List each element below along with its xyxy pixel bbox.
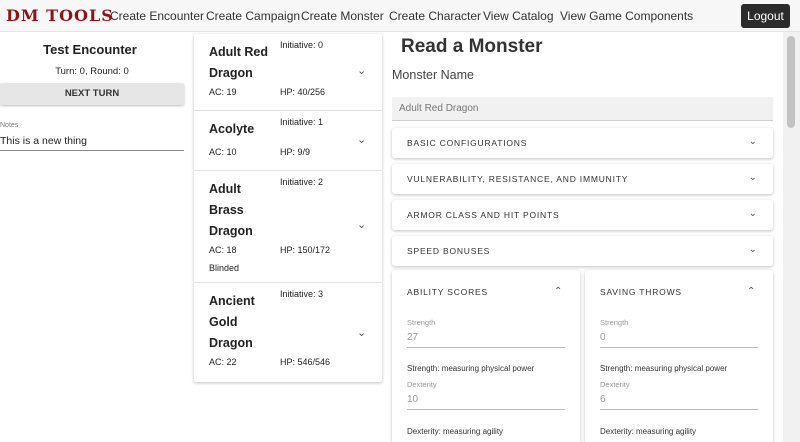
section-armor-class[interactable]: ARMOR CLASS AND HIT POINTS ⌄ <box>392 200 773 230</box>
saving-throws-card: SAVING THROWS ⌃ Strength 0 Strength: mea… <box>585 270 773 442</box>
nav-view-catalog[interactable]: View Catalog <box>483 9 554 23</box>
chevron-down-icon[interactable]: ⌄ <box>357 133 366 146</box>
card-title: SAVING THROWS <box>600 287 682 297</box>
chevron-down-icon: ⌄ <box>748 172 757 183</box>
dexterity-description: Dexterity: measuring agility <box>600 427 697 436</box>
strength-input[interactable]: 0 <box>600 332 758 348</box>
creature-name: Adult Brass Dragon <box>209 182 253 238</box>
creature-name: Ancient Gold Dragon <box>209 294 255 350</box>
dexterity-label: Dexterity <box>407 380 437 389</box>
chevron-down-icon: ⌄ <box>748 208 757 219</box>
creature-ac: AC: 10 <box>209 147 237 157</box>
section-vulnerability[interactable]: VULNERABILITY, RESISTANCE, AND IMMUNITY … <box>392 164 773 194</box>
creature-initiative: Initiative: 2 <box>280 177 324 187</box>
creature-list: Adult Red Dragon Initiative: 0 ⌄ AC: 19 … <box>194 34 382 382</box>
strength-description: Strength: measuring physical power <box>407 364 535 373</box>
creature-ac: AC: 19 <box>209 87 237 97</box>
creature-card[interactable]: Adult Brass Dragon Initiative: 2 ⌄ AC: 1… <box>194 171 382 283</box>
strength-description: Strength: measuring physical power <box>600 364 728 373</box>
chevron-down-icon: ⌄ <box>748 136 757 147</box>
scrollbar-thumb[interactable] <box>787 36 795 128</box>
section-speed-bonuses[interactable]: SPEED BONUSES ⌄ <box>392 236 773 266</box>
dexterity-input[interactable]: 6 <box>600 394 758 410</box>
notes-input[interactable]: This is a new thing <box>0 135 184 151</box>
section-title: SPEED BONUSES <box>407 246 491 256</box>
card-title: ABILITY SCORES <box>407 287 488 297</box>
dexterity-label: Dexterity <box>600 380 630 389</box>
chevron-up-icon[interactable]: ⌃ <box>747 286 755 297</box>
chevron-up-icon[interactable]: ⌃ <box>554 286 562 297</box>
nav-view-game-components[interactable]: View Game Components <box>560 9 693 23</box>
creature-ac: AC: 22 <box>209 357 237 367</box>
creature-condition: Blinded <box>209 263 240 273</box>
nav-create-character[interactable]: Create Character <box>389 9 481 23</box>
section-basic-configurations[interactable]: BASIC CONFIGURATIONS ⌄ <box>392 128 773 158</box>
dexterity-input[interactable]: 10 <box>407 394 565 410</box>
strength-input[interactable]: 27 <box>407 332 565 348</box>
section-title: VULNERABILITY, RESISTANCE, AND IMMUNITY <box>407 174 629 184</box>
creature-hp: HP: 150/172 <box>280 245 331 255</box>
logout-button[interactable]: Logout <box>741 4 790 28</box>
page-title: Read a Monster <box>401 36 543 57</box>
monster-name-label: Monster Name <box>392 68 474 82</box>
creature-ac: AC: 18 <box>209 245 237 255</box>
nav-create-monster[interactable]: Create Monster <box>301 9 384 23</box>
creature-initiative: Initiative: 0 <box>280 40 324 50</box>
nav-create-campaign[interactable]: Create Campaign <box>206 9 300 23</box>
creature-hp: HP: 40/256 <box>280 87 326 97</box>
chevron-down-icon[interactable]: ⌄ <box>357 64 366 77</box>
creature-name: Acolyte <box>209 122 255 136</box>
creature-initiative: Initiative: 3 <box>280 289 324 299</box>
notes-label: Notes <box>0 122 19 129</box>
encounter-title: Test Encounter <box>43 42 137 57</box>
creature-card[interactable]: Adult Red Dragon Initiative: 0 ⌄ AC: 19 … <box>194 34 382 111</box>
ability-scores-card: ABILITY SCORES ⌃ Strength 27 Strength: m… <box>392 270 580 442</box>
section-title: ARMOR CLASS AND HIT POINTS <box>407 210 560 220</box>
creature-name: Adult Red Dragon <box>209 45 269 80</box>
section-title: BASIC CONFIGURATIONS <box>407 138 528 148</box>
nav-create-encounter[interactable]: Create Encounter <box>110 9 204 23</box>
strength-label: Strength <box>600 318 629 327</box>
creature-hp: HP: 546/546 <box>280 357 331 367</box>
creature-card[interactable]: Acolyte Initiative: 1 ⌄ AC: 10 HP: 9/9 <box>194 111 382 171</box>
dexterity-description: Dexterity: measuring agility <box>407 427 504 436</box>
scrollbar[interactable] <box>783 32 800 442</box>
next-turn-button[interactable]: NEXT TURN <box>0 83 184 105</box>
creature-initiative: Initiative: 1 <box>280 117 324 127</box>
strength-label: Strength <box>407 318 436 327</box>
creature-hp: HP: 9/9 <box>280 147 311 157</box>
turn-round-text: Turn: 0, Round: 0 <box>55 66 129 77</box>
chevron-down-icon[interactable]: ⌄ <box>357 326 366 339</box>
chevron-down-icon: ⌄ <box>748 244 757 255</box>
chevron-down-icon[interactable]: ⌄ <box>357 218 366 231</box>
monster-name-input[interactable]: Adult Red Dragon <box>392 97 773 121</box>
top-nav: DM TOOLS Create Encounter Create Campaig… <box>0 0 800 32</box>
brand-logo[interactable]: DM TOOLS <box>6 6 114 25</box>
creature-card[interactable]: Ancient Gold Dragon Initiative: 3 ⌄ AC: … <box>194 283 382 382</box>
